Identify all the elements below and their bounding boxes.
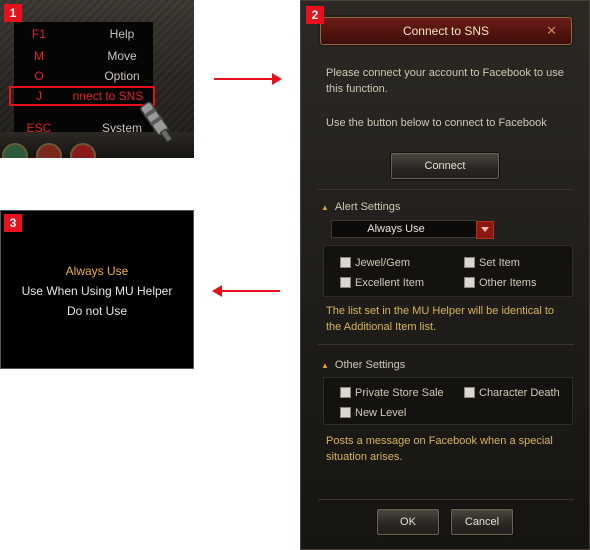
other-note: situation arises. (326, 451, 403, 463)
checkbox-label: New Level (355, 407, 407, 419)
menu-label: Option (104, 69, 140, 83)
alert-note: the Additional Item list. (326, 321, 437, 333)
alert-options-box: Jewel/Gem Set Item Excellent Item Other … (323, 245, 573, 297)
connect-button[interactable]: Connect (391, 153, 499, 179)
step-badge: 3 (4, 214, 22, 232)
checkbox-label: Private Store Sale (355, 387, 444, 399)
menu-key: O (34, 69, 44, 83)
checkbox-new-level[interactable] (340, 407, 351, 418)
ok-button[interactable]: OK (377, 509, 439, 535)
arrow-left-head-icon (212, 285, 222, 297)
menu-label: Help (109, 27, 135, 41)
shortcut-menu: F1 Help M Move O Option ESC System (14, 22, 153, 135)
intro-text: this function. (326, 83, 388, 95)
checkbox-label: Other Items (479, 277, 537, 289)
checkbox-excellent-item[interactable] (340, 277, 351, 288)
checkbox-label: Jewel/Gem (355, 257, 411, 269)
heading-label: Other Settings (334, 359, 406, 371)
checkbox-other-items[interactable] (464, 277, 475, 288)
option-do-not-use[interactable]: Do not Use (1, 301, 193, 321)
checkbox-label: Character Death (479, 387, 560, 399)
other-options-box: Private Store Sale Character Death New L… (323, 377, 573, 425)
menu-key: M (34, 49, 44, 63)
step-badge: 1 (4, 4, 22, 22)
heading-label: Alert Settings (334, 201, 401, 213)
alert-mode-options-panel: Always Use Use When Using MU Helper Do n… (0, 210, 194, 369)
option-always-use[interactable]: Always Use (1, 261, 193, 281)
checkbox-label: Excellent Item (355, 277, 425, 289)
divider (318, 344, 574, 345)
game-menu-panel: F1 Help M Move O Option ESC System J nne… (0, 0, 194, 158)
cancel-button[interactable]: Cancel (451, 509, 513, 535)
window-titlebar: Connect to SNS ✕ (320, 17, 572, 45)
menu-item-option[interactable]: O Option (14, 66, 174, 86)
triangle-icon: ▲ (321, 361, 329, 370)
intro-text: Use the button below to connect to Faceb… (326, 117, 547, 129)
dropdown-arrow-icon[interactable] (476, 221, 494, 239)
alert-mode-dropdown[interactable]: Always Use (331, 220, 494, 239)
arrow-right-head-icon (272, 73, 282, 85)
connect-sns-window: Connect to SNS ✕ Please connect your acc… (300, 0, 590, 550)
checkbox-label: Set Item (479, 257, 520, 269)
menu-item-help[interactable]: F1 Help (14, 24, 174, 44)
divider (318, 189, 574, 190)
step-badge: 2 (306, 6, 324, 24)
triangle-icon: ▲ (321, 203, 329, 212)
intro-text: Please connect your account to Facebook … (326, 67, 564, 79)
close-icon[interactable]: ✕ (546, 22, 557, 40)
cursor-icon (140, 101, 173, 144)
alert-settings-heading: ▲ Alert Settings (321, 201, 400, 213)
alert-note: The list set in the MU Helper will be id… (326, 305, 555, 317)
arrow-left (218, 290, 280, 292)
menu-item-move[interactable]: M Move (14, 46, 174, 66)
checkbox-jewel-gem[interactable] (340, 257, 351, 268)
checkbox-character-death[interactable] (464, 387, 475, 398)
menu-key: F1 (31, 27, 46, 41)
checkbox-private-store-sale[interactable] (340, 387, 351, 398)
menu-label: Move (107, 49, 137, 63)
arrow-right (214, 78, 276, 80)
window-title: Connect to SNS (402, 24, 490, 38)
dropdown-value: Always Use (367, 223, 425, 235)
divider (318, 499, 574, 500)
checkbox-set-item[interactable] (464, 257, 475, 268)
other-settings-heading: ▲ Other Settings (321, 359, 405, 371)
other-note: Posts a message on Facebook when a speci… (326, 435, 553, 447)
option-use-with-mu-helper[interactable]: Use When Using MU Helper (1, 281, 193, 301)
highlight-frame (9, 86, 155, 106)
